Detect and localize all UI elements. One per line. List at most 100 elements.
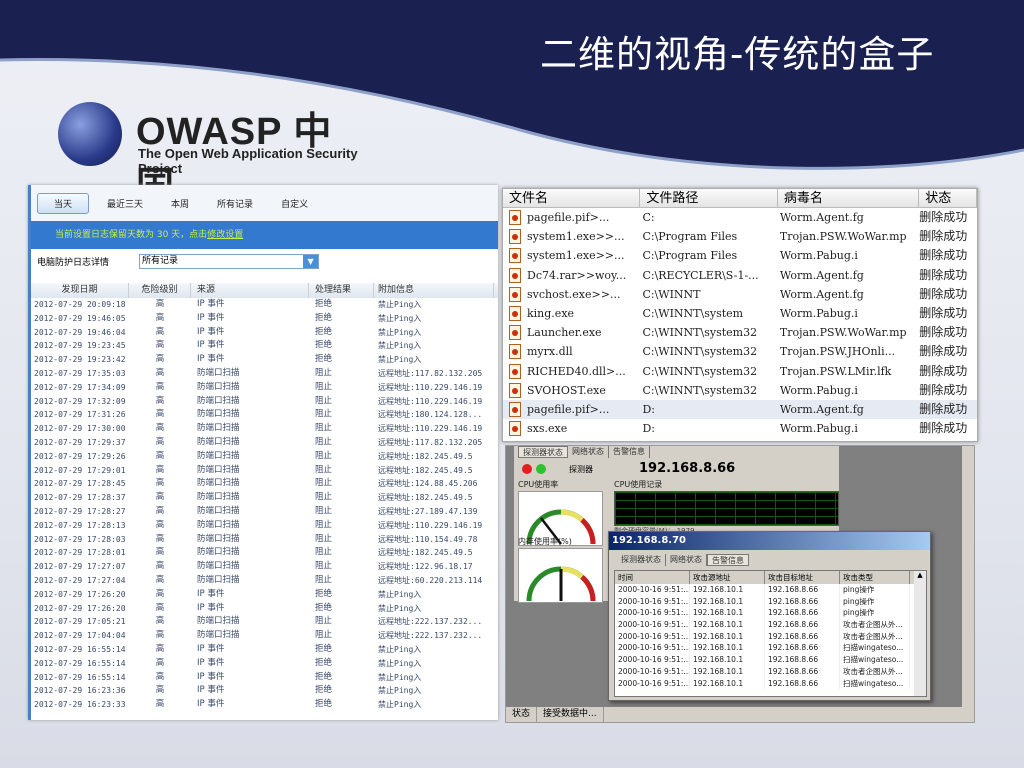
cell-filename: Launcher.exe [503,323,640,342]
log-row[interactable]: 2012-07-29 17:27:04 高 防端口扫描 阻止 远程地址:60.220.2… [31,574,498,588]
virus-row[interactable]: myrx.dll C:\WINNT\system32 Trojan.PSW.JHOn… [503,342,977,361]
cell-info: 禁止Ping入 [378,300,422,309]
col-status[interactable]: 状态 [919,189,977,207]
alert-row[interactable]: 2000-10-16 9:51:... 192.168.10.1 192.168.8… [615,595,926,608]
virus-row[interactable]: pagefile.pif>... D: Worm.Agent.fg 删除成功 [503,399,977,420]
alert-row[interactable]: 2000-10-16 9:51:... 192.168.10.1 192.168.8… [615,607,926,620]
tab-today[interactable]: 当天 [37,192,90,214]
log-row[interactable]: 2012-07-29 17:29:26 高 防端口扫描 阻止 远程地址:182.245.… [31,450,498,464]
log-row[interactable]: 2012-07-29 17:32:09 高 防端口扫描 阻止 远程地址:110.229.… [31,395,498,409]
col-result[interactable]: 处理结果 [309,283,374,298]
virus-file-icon [509,267,521,283]
log-row[interactable]: 2012-07-29 17:30:00 高 防端口扫描 阻止 远程地址:110.229.… [31,422,498,436]
alert-window-title[interactable]: 192.168.8.70 [609,532,930,550]
tab-all-records[interactable]: 所有记录 [203,193,267,214]
virus-row[interactable]: system1.exe>>... C:\Program Files Worm.Pab… [503,246,977,265]
col-source-addr[interactable]: 攻击源地址 [690,571,765,584]
virus-row[interactable]: sxs.exe D: Worm.Pabug.i 删除成功 [503,419,977,438]
virus-row[interactable]: SVOHOST.exe C:\WINNT\system32 Worm.Pabug.i… [503,381,977,400]
record-filter-select[interactable]: 所有记录 ▼ [139,253,320,269]
virus-row[interactable]: Launcher.exe C:\WINNT\system32 Trojan.PSW.… [503,323,977,342]
col-date[interactable]: 发现日期 [31,283,129,298]
alert-table-scrollbar[interactable]: ▲ [914,571,926,696]
virus-row[interactable]: svchost.exe>>... C:\WINNT Worm.Agent.fg 删除成… [503,285,977,304]
alert-row[interactable]: 2000-10-16 9:51:... 192.168.10.1 192.168.8… [615,677,926,690]
col-time[interactable]: 时间 [615,571,690,584]
col-filepath[interactable]: 文件路径 [640,189,778,207]
log-row[interactable]: 2012-07-29 17:27:07 高 防端口扫描 阻止 远程地址:122.96.1… [31,560,498,574]
log-row[interactable]: 2012-07-29 17:28:37 高 防端口扫描 阻止 远程地址:182.245.… [31,491,498,505]
log-row[interactable]: 2012-07-29 17:05:21 高 防端口扫描 阻止 远程地址:222.137.… [31,615,498,629]
alert-row[interactable]: 2000-10-16 9:51:... 192.168.10.1 192.168.8… [615,654,926,666]
col-level[interactable]: 危险级别 [129,283,191,298]
cell-result: 阻止 [315,436,333,447]
cell-attack-type: 攻击者企图从外... [840,665,910,678]
log-row[interactable]: 2012-07-29 17:28:45 高 防端口扫描 阻止 远程地址:124.88.4… [31,477,498,491]
virus-row[interactable]: pagefile.pif>... C: Worm.Agent.fg 删除成功 [503,208,977,227]
alert-window: 192.168.8.70 探测器状态 网络状态 告警信息 时间 攻击源地址 攻击… [608,531,931,701]
log-row[interactable]: 2012-07-29 17:26:20 高 IP 事件 拒绝 禁止Ping入 [31,588,498,602]
modify-settings-link[interactable]: 修改设置 [207,230,243,240]
cell-date: 2012-07-29 17:28:37 [34,493,126,503]
col-source[interactable]: 来源 [191,283,309,298]
tab-detector-status[interactable]: 探测器状态 [518,446,568,458]
virus-row[interactable]: system1.exe>>... C:\Program Files Trojan.P… [503,227,977,246]
log-row[interactable]: 2012-07-29 20:09:18 高 IP 事件 拒绝 禁止Ping入 [31,298,498,312]
alert-row[interactable]: 2000-10-16 9:51:... 192.168.10.1 192.168.8… [615,584,926,596]
log-row[interactable]: 2012-07-29 17:29:01 高 防端口扫描 阻止 远程地址:182.245.… [31,464,498,478]
tab-alerts[interactable]: 告警信息 [707,554,749,566]
log-row[interactable]: 2012-07-29 17:28:01 高 防端口扫描 阻止 远程地址:182.245.… [31,546,498,560]
log-row[interactable]: 2012-07-29 19:23:42 高 IP 事件 拒绝 禁止Ping入 [31,353,498,367]
log-row[interactable]: 2012-07-29 16:23:36 高 IP 事件 拒绝 禁止Ping入 [31,684,498,698]
cell-result: 拒绝 [315,699,333,710]
cell-info: 禁止Ping入 [378,700,422,710]
cell-time: 2000-10-16 9:51:... [615,654,690,666]
log-row[interactable]: 2012-07-29 19:46:04 高 IP 事件 拒绝 禁止Ping入 [31,326,498,340]
virus-row[interactable]: RICHED40.dll>... C:\WINNT\system32 Trojan.… [503,362,977,381]
cell-level: 高 [155,478,165,489]
tab-alerts[interactable]: 告警信息 [609,446,650,458]
col-filename[interactable]: 文件名 [503,189,641,207]
tab-last-three-days[interactable]: 最近三天 [93,193,157,214]
log-row[interactable]: 2012-07-29 17:34:09 高 防端口扫描 阻止 远程地址:110.229.… [31,381,498,395]
log-row[interactable]: 2012-07-29 17:28:03 高 防端口扫描 阻止 远程地址:110.154.… [31,533,498,547]
cell-status: 删除成功 [919,401,968,416]
col-attack-type[interactable]: 攻击类型 [840,571,910,584]
tab-custom[interactable]: 自定义 [267,193,322,214]
log-row[interactable]: 2012-07-29 17:28:27 高 防端口扫描 阻止 远程地址:27.189.4… [31,505,498,519]
virus-file-icon [509,325,521,341]
cell-filename: SVOHOST.exe [503,381,640,400]
virus-row[interactable]: Dc74.rar>>woy... C:\RECYCLER\S-1-... Worm.… [503,266,977,285]
log-row[interactable]: 2012-07-29 19:46:05 高 IP 事件 拒绝 禁止Ping入 [31,312,498,326]
col-target-addr[interactable]: 攻击目标地址 [765,571,840,584]
virus-row[interactable]: king.exe C:\WINNT\system Worm.Pabug.i 删除成功 [503,304,977,323]
tab-detector-status[interactable]: 探测器状态 [617,554,666,566]
log-row[interactable]: 2012-07-29 19:23:45 高 IP 事件 拒绝 禁止Ping入 [31,339,498,353]
cell-info: 禁止Ping入 [378,341,422,351]
log-row[interactable]: 2012-07-29 16:55:14 高 IP 事件 拒绝 禁止Ping入 [31,671,498,685]
tab-network-status[interactable]: 网络状态 [568,446,609,458]
log-row[interactable]: 2012-07-29 16:23:33 高 IP 事件 拒绝 禁止Ping入 [31,698,498,712]
cell-source: 防端口扫描 [197,450,240,461]
log-row[interactable]: 2012-07-29 17:26:20 高 IP 事件 拒绝 禁止Ping入 [31,602,498,616]
monitor-scrollbar[interactable] [962,446,974,709]
cell-info: 远程地址:182.245.49.5 [378,548,473,558]
cell-date: 2012-07-29 16:55:14 [34,658,126,668]
cell-date: 2012-07-29 17:28:45 [34,479,126,489]
log-row[interactable]: 2012-07-29 17:31:26 高 防端口扫描 阻止 远程地址:180.124.… [31,408,498,422]
tab-network-status[interactable]: 网络状态 [666,554,707,566]
log-row[interactable]: 2012-07-29 17:29:37 高 防端口扫描 阻止 远程地址:117.82.1… [31,436,498,450]
alert-row[interactable]: 2000-10-16 9:51:... 192.168.10.1 192.168.8… [615,665,926,678]
cell-filepath: C:\WINNT\system [642,306,744,320]
col-virus-name[interactable]: 病毒名 [778,189,920,207]
log-row[interactable]: 2012-07-29 16:55:14 高 IP 事件 拒绝 禁止Ping入 [31,643,498,657]
log-row[interactable]: 2012-07-29 17:35:03 高 防端口扫描 阻止 远程地址:117.82.1… [31,367,498,381]
log-row[interactable]: 2012-07-29 17:04:04 高 防端口扫描 阻止 远程地址:222.137.… [31,629,498,643]
log-row[interactable]: 2012-07-29 17:28:13 高 防端口扫描 阻止 远程地址:110.229.… [31,519,498,533]
tab-this-week[interactable]: 本周 [157,193,203,214]
log-row[interactable]: 2012-07-29 16:55:14 高 IP 事件 拒绝 禁止Ping入 [31,657,498,671]
alert-row[interactable]: 2000-10-16 9:51:... 192.168.10.1 192.168.8… [615,630,926,643]
alert-row[interactable]: 2000-10-16 9:51:... 192.168.10.1 192.168.8… [615,642,926,655]
alert-row[interactable]: 2000-10-16 9:51:... 192.168.10.1 192.168.8… [615,619,926,631]
col-info[interactable]: 附加信息 [374,283,494,298]
